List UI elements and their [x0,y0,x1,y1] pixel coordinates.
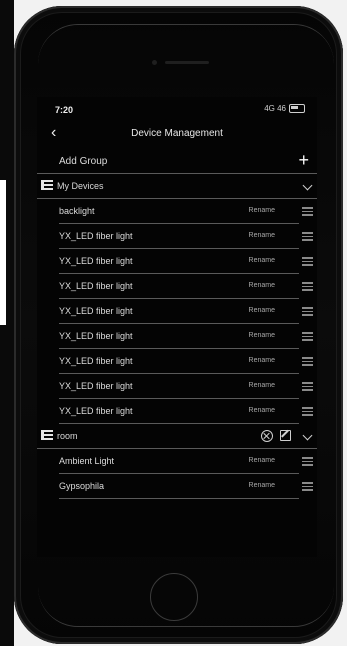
add-group-label: Add Group [59,156,108,167]
device-row: Ambient Light Rename [59,449,313,474]
rename-button[interactable]: Rename [249,382,275,389]
device-row: YX_LED fiber light Rename [59,374,313,399]
drag-handle-icon[interactable] [302,457,313,466]
drag-handle-icon[interactable] [302,382,313,391]
device-name: YX_LED fiber light [59,331,133,341]
front-camera [152,60,157,65]
device-row: YX_LED fiber light Rename [59,249,313,274]
drag-handle-icon[interactable] [302,207,313,216]
page-title: Device Management [131,128,223,139]
group-header-room[interactable]: room [37,424,317,449]
rename-button[interactable]: Rename [249,457,275,464]
device-name: YX_LED fiber light [59,306,133,316]
rename-button[interactable]: Rename [249,232,275,239]
navigation-bar: ‹ Device Management [37,121,317,147]
home-button[interactable] [150,573,198,621]
device-name: Ambient Light [59,456,115,466]
list-icon [41,430,53,441]
drag-handle-icon[interactable] [302,307,313,316]
device-name: YX_LED fiber light [59,256,133,266]
drag-handle-icon[interactable] [302,282,313,291]
rename-button[interactable]: Rename [249,207,275,214]
delete-group-icon[interactable] [261,430,273,442]
device-row: YX_LED fiber light Rename [59,399,313,424]
plus-icon[interactable]: + [298,151,309,169]
phone-top-rim [38,24,334,85]
device-row: YX_LED fiber light Rename [59,324,313,349]
device-name: YX_LED fiber light [59,281,133,291]
device-row: backlight Rename [59,199,313,224]
rename-button[interactable]: Rename [249,482,275,489]
drag-handle-icon[interactable] [302,332,313,341]
rename-button[interactable]: Rename [249,407,275,414]
device-name: YX_LED fiber light [59,231,133,241]
device-name: YX_LED fiber light [59,406,133,416]
device-row: YX_LED fiber light Rename [59,349,313,374]
drag-handle-icon[interactable] [302,357,313,366]
drag-handle-icon[interactable] [302,482,313,491]
device-row: YX_LED fiber light Rename [59,274,313,299]
chevron-down-icon[interactable] [302,430,313,441]
rename-button[interactable]: Rename [249,332,275,339]
device-name: YX_LED fiber light [59,356,133,366]
device-list: Add Group + My Devices backlight Rename … [37,149,317,499]
device-row: Gypsophila Rename [59,474,313,499]
drag-handle-icon[interactable] [302,232,313,241]
page-background-strip [0,0,14,646]
signal-text: 4G 46 [264,104,286,113]
drag-handle-icon[interactable] [302,407,313,416]
device-name: YX_LED fiber light [59,381,133,391]
add-group-row[interactable]: Add Group + [37,149,317,174]
group-header-my-devices[interactable]: My Devices [37,174,317,199]
background-tab [0,180,6,325]
status-time: 7:20 [55,105,74,115]
battery-icon [289,104,305,113]
rename-button[interactable]: Rename [249,282,275,289]
rename-button[interactable]: Rename [249,307,275,314]
status-indicators: 4G 46 [264,104,305,113]
device-row: YX_LED fiber light Rename [59,224,313,249]
device-name: backlight [59,206,95,216]
earpiece-speaker [165,61,209,64]
group-name: room [57,431,78,441]
app-screen: 7:20 4G 46 ‹ Device Management Add Group… [37,97,317,557]
group-name: My Devices [57,181,104,191]
edit-group-icon[interactable] [280,430,291,441]
device-name: Gypsophila [59,481,105,491]
rename-button[interactable]: Rename [249,257,275,264]
list-icon [41,180,53,191]
chevron-down-icon[interactable] [302,180,313,191]
device-row: YX_LED fiber light Rename [59,299,313,324]
drag-handle-icon[interactable] [302,257,313,266]
rename-button[interactable]: Rename [249,357,275,364]
status-bar: 7:20 4G 46 [37,97,317,119]
